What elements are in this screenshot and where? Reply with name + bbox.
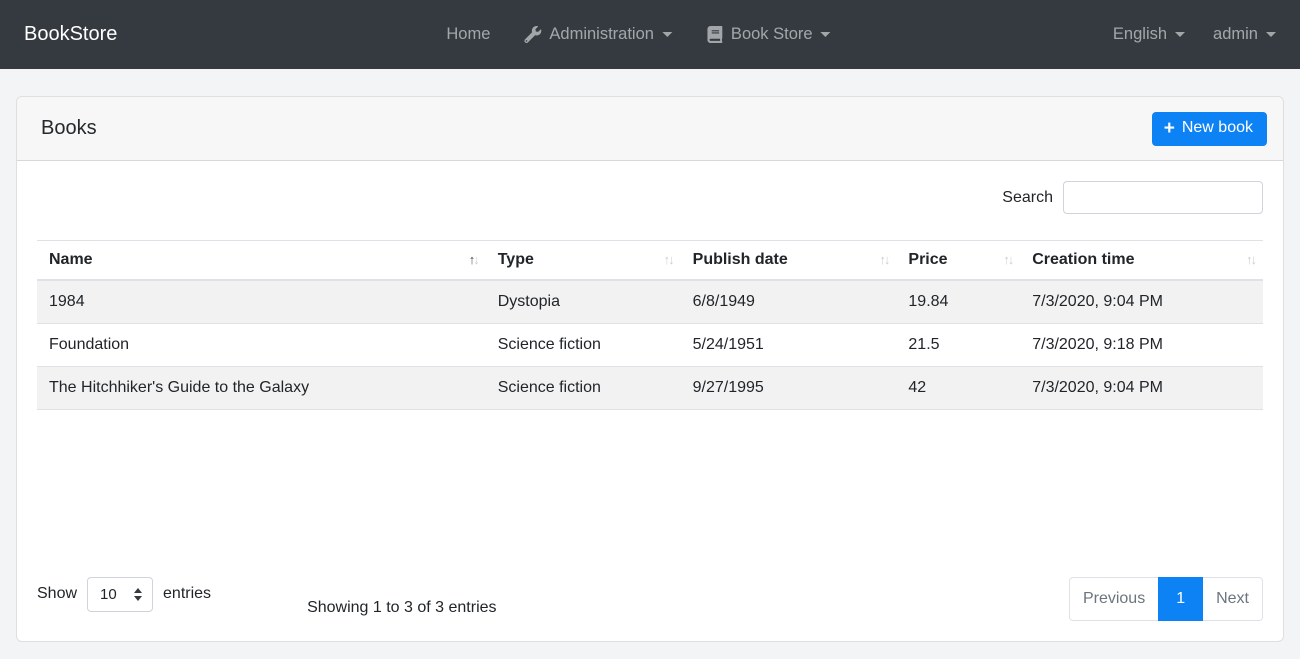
- show-label: Show: [37, 585, 77, 603]
- column-header-price[interactable]: Price ↑↓: [896, 241, 1020, 281]
- card-body: Search Name ↑↓ Type ↑↓: [17, 161, 1283, 641]
- column-header-creation-time[interactable]: Creation time ↑↓: [1020, 241, 1263, 281]
- previous-page-button[interactable]: Previous: [1069, 577, 1159, 621]
- top-navbar: BookStore Home Administration Book Store…: [0, 0, 1300, 69]
- table-row: The Hitchhiker's Guide to the Galaxy Sci…: [37, 367, 1263, 410]
- wrench-icon: [524, 26, 541, 43]
- table-row: 1984 Dystopia 6/8/1949 19.84 7/3/2020, 9…: [37, 280, 1263, 324]
- page-title: Books: [41, 117, 97, 140]
- cell-name: Foundation: [37, 324, 486, 367]
- cell-price: 42: [896, 367, 1020, 410]
- column-header-publish-date[interactable]: Publish date ↑↓: [681, 241, 897, 281]
- column-label: Name: [49, 251, 93, 268]
- caret-down-icon: [1266, 32, 1276, 37]
- column-label: Type: [498, 251, 534, 268]
- sort-arrows-icon: ↑↓: [1246, 252, 1255, 267]
- next-page-button[interactable]: Next: [1202, 577, 1263, 621]
- search-input[interactable]: [1063, 181, 1263, 214]
- cell-creation-time: 7/3/2020, 9:18 PM: [1020, 324, 1263, 367]
- column-header-name[interactable]: Name ↑↓: [37, 241, 486, 281]
- user-dropdown[interactable]: admin: [1213, 25, 1276, 44]
- caret-down-icon: [662, 32, 672, 37]
- search-row: Search: [37, 181, 1263, 214]
- up-down-arrows-icon: [134, 588, 142, 601]
- sort-arrows-icon: ↑↓: [469, 252, 478, 267]
- cell-publish-date: 6/8/1949: [681, 280, 897, 324]
- new-book-label: New book: [1182, 119, 1253, 137]
- nav-home-label: Home: [446, 25, 490, 44]
- table-info: Showing 1 to 3 of 3 entries: [307, 599, 496, 617]
- user-label: admin: [1213, 25, 1258, 44]
- table-header-row: Name ↑↓ Type ↑↓ Publish date ↑↓ Price ↑↓: [37, 241, 1263, 281]
- page-1-button[interactable]: 1: [1158, 577, 1203, 621]
- cell-publish-date: 9/27/1995: [681, 367, 897, 410]
- table-row: Foundation Science fiction 5/24/1951 21.…: [37, 324, 1263, 367]
- sort-arrows-icon: ↑↓: [664, 252, 673, 267]
- new-book-button[interactable]: + New book: [1152, 112, 1267, 146]
- nav-item-home[interactable]: Home: [446, 25, 490, 44]
- cell-price: 19.84: [896, 280, 1020, 324]
- card-header: Books + New book: [17, 97, 1283, 161]
- caret-down-icon: [1175, 32, 1185, 37]
- books-table: Name ↑↓ Type ↑↓ Publish date ↑↓ Price ↑↓: [37, 240, 1263, 410]
- cell-type: Dystopia: [486, 280, 681, 324]
- book-icon: [706, 26, 723, 43]
- cell-name: 1984: [37, 280, 486, 324]
- sort-arrows-icon: ↑↓: [1003, 252, 1012, 267]
- table-footer: Show 10 entries Showing 1 to 3 of 3 entr…: [37, 577, 1263, 621]
- column-label: Price: [908, 251, 947, 268]
- language-label: English: [1113, 25, 1167, 44]
- entries-label: entries: [163, 585, 211, 603]
- nav-item-book-store[interactable]: Book Store: [706, 25, 831, 44]
- cell-type: Science fiction: [486, 324, 681, 367]
- nav-book-store-label: Book Store: [731, 25, 813, 44]
- language-dropdown[interactable]: English: [1113, 25, 1185, 44]
- column-header-type[interactable]: Type ↑↓: [486, 241, 681, 281]
- navbar-right: English admin: [1113, 25, 1276, 44]
- page-size-value: 10: [100, 586, 117, 603]
- column-label: Creation time: [1032, 251, 1134, 268]
- cell-creation-time: 7/3/2020, 9:04 PM: [1020, 367, 1263, 410]
- search-label: Search: [1002, 189, 1053, 207]
- brand-logo[interactable]: BookStore: [24, 23, 117, 46]
- pagination: Previous 1 Next: [1069, 577, 1263, 621]
- page-length-control: Show 10 entries: [37, 577, 211, 612]
- sort-arrows-icon: ↑↓: [879, 252, 888, 267]
- cell-name: The Hitchhiker's Guide to the Galaxy: [37, 367, 486, 410]
- plus-icon: +: [1164, 119, 1175, 138]
- cell-publish-date: 5/24/1951: [681, 324, 897, 367]
- cell-creation-time: 7/3/2020, 9:04 PM: [1020, 280, 1263, 324]
- column-label: Publish date: [693, 251, 788, 268]
- nav-item-administration[interactable]: Administration: [524, 25, 672, 44]
- page-size-select[interactable]: 10: [87, 577, 153, 612]
- cell-price: 21.5: [896, 324, 1020, 367]
- caret-down-icon: [821, 32, 831, 37]
- books-card: Books + New book Search Name ↑↓: [16, 96, 1284, 642]
- nav-administration-label: Administration: [549, 25, 654, 44]
- main-nav: Home Administration Book Store: [446, 25, 830, 44]
- cell-type: Science fiction: [486, 367, 681, 410]
